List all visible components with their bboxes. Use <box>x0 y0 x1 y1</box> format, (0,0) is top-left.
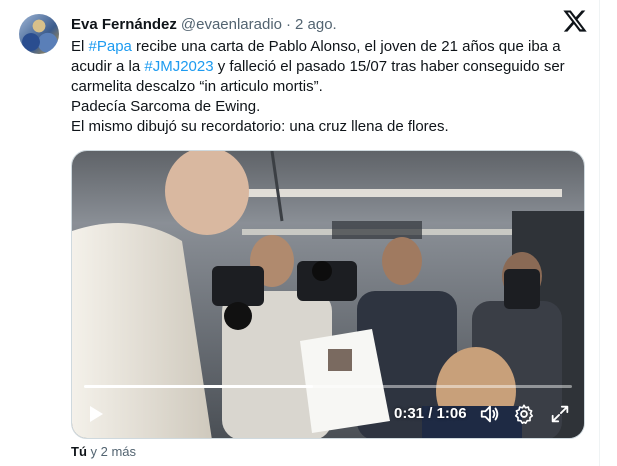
separator-dot: · <box>286 15 292 33</box>
volume-icon[interactable] <box>479 403 501 425</box>
likes-rest: y 2 más <box>86 444 137 459</box>
video-controls: 0:31 / 1:06 <box>72 399 584 429</box>
author-name[interactable]: Eva Fernández <box>71 16 177 33</box>
avatar[interactable] <box>19 14 59 54</box>
video-player[interactable]: 0:31 / 1:06 <box>71 150 585 439</box>
hashtag-papa[interactable]: #Papa <box>89 38 132 55</box>
tweet-date[interactable]: 2 ago. <box>295 16 337 33</box>
video-time: 0:31 / 1:06 <box>394 405 467 422</box>
tweet-text-part: El <box>71 38 89 55</box>
author-handle[interactable]: @evaenlaradio <box>181 16 282 33</box>
tweet-text: El #Papa recibe una carta de Pablo Alons… <box>71 37 591 137</box>
play-icon[interactable] <box>86 404 106 424</box>
likes-self: Tú <box>71 444 87 459</box>
x-logo-icon[interactable] <box>562 8 588 34</box>
hashtag-jmj2023[interactable]: #JMJ2023 <box>144 58 213 75</box>
tweet-text-line: Padecía Sarcoma de Ewing. <box>71 98 261 115</box>
likes-summary[interactable]: Tú y 2 más <box>71 444 136 459</box>
timeline-border <box>599 0 600 466</box>
fullscreen-icon[interactable] <box>549 403 571 425</box>
tweet-text-line: El mismo dibujó su recordatorio: una cru… <box>71 118 449 135</box>
video-frame <box>72 151 584 438</box>
tweet-header: Eva Fernández @evaenlaradio · 2 ago. <box>71 14 337 34</box>
video-progress-bar[interactable] <box>84 385 572 388</box>
gear-icon[interactable] <box>513 403 535 425</box>
video-progress-fill <box>84 385 314 388</box>
